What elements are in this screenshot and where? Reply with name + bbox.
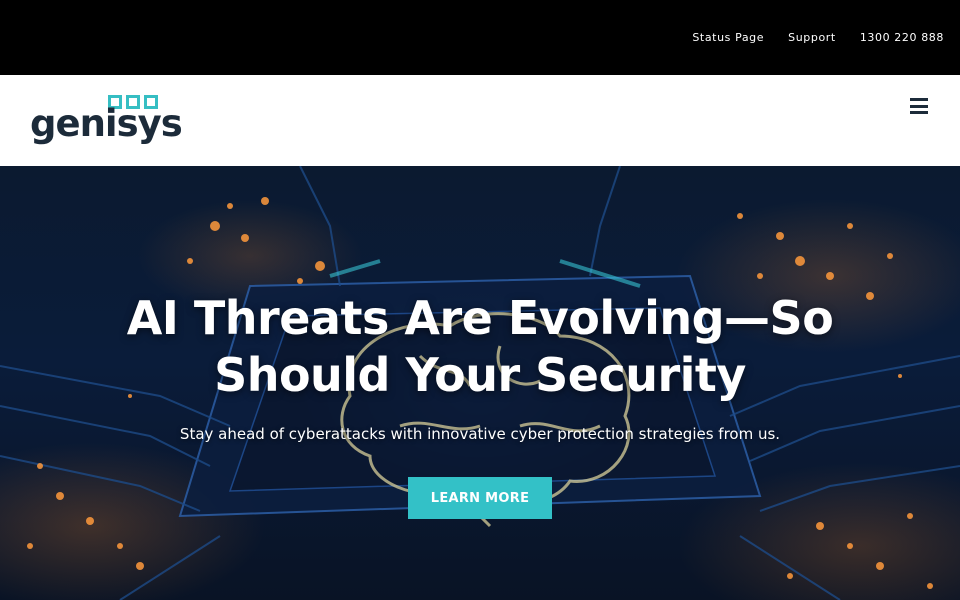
learn-more-button[interactable]: LEARN MORE xyxy=(408,477,552,519)
hero-banner: AI Threats Are Evolving—So Should Your S… xyxy=(0,166,960,600)
hero-title: AI Threats Are Evolving—So Should Your S… xyxy=(126,291,834,402)
hero-content: AI Threats Are Evolving—So Should Your S… xyxy=(0,166,960,600)
hamburger-menu-icon[interactable] xyxy=(910,98,928,114)
logo-wordmark: genisys xyxy=(30,102,183,145)
site-header: genisys xyxy=(0,75,960,166)
status-page-link[interactable]: Status Page xyxy=(692,31,764,44)
support-link[interactable]: Support xyxy=(788,31,836,44)
top-utility-bar: Status Page Support 1300 220 888 xyxy=(0,0,960,75)
genisys-logo[interactable]: genisys xyxy=(30,95,183,147)
hero-subtitle: Stay ahead of cyberattacks with innovati… xyxy=(179,425,781,443)
phone-link[interactable]: 1300 220 888 xyxy=(860,31,944,44)
